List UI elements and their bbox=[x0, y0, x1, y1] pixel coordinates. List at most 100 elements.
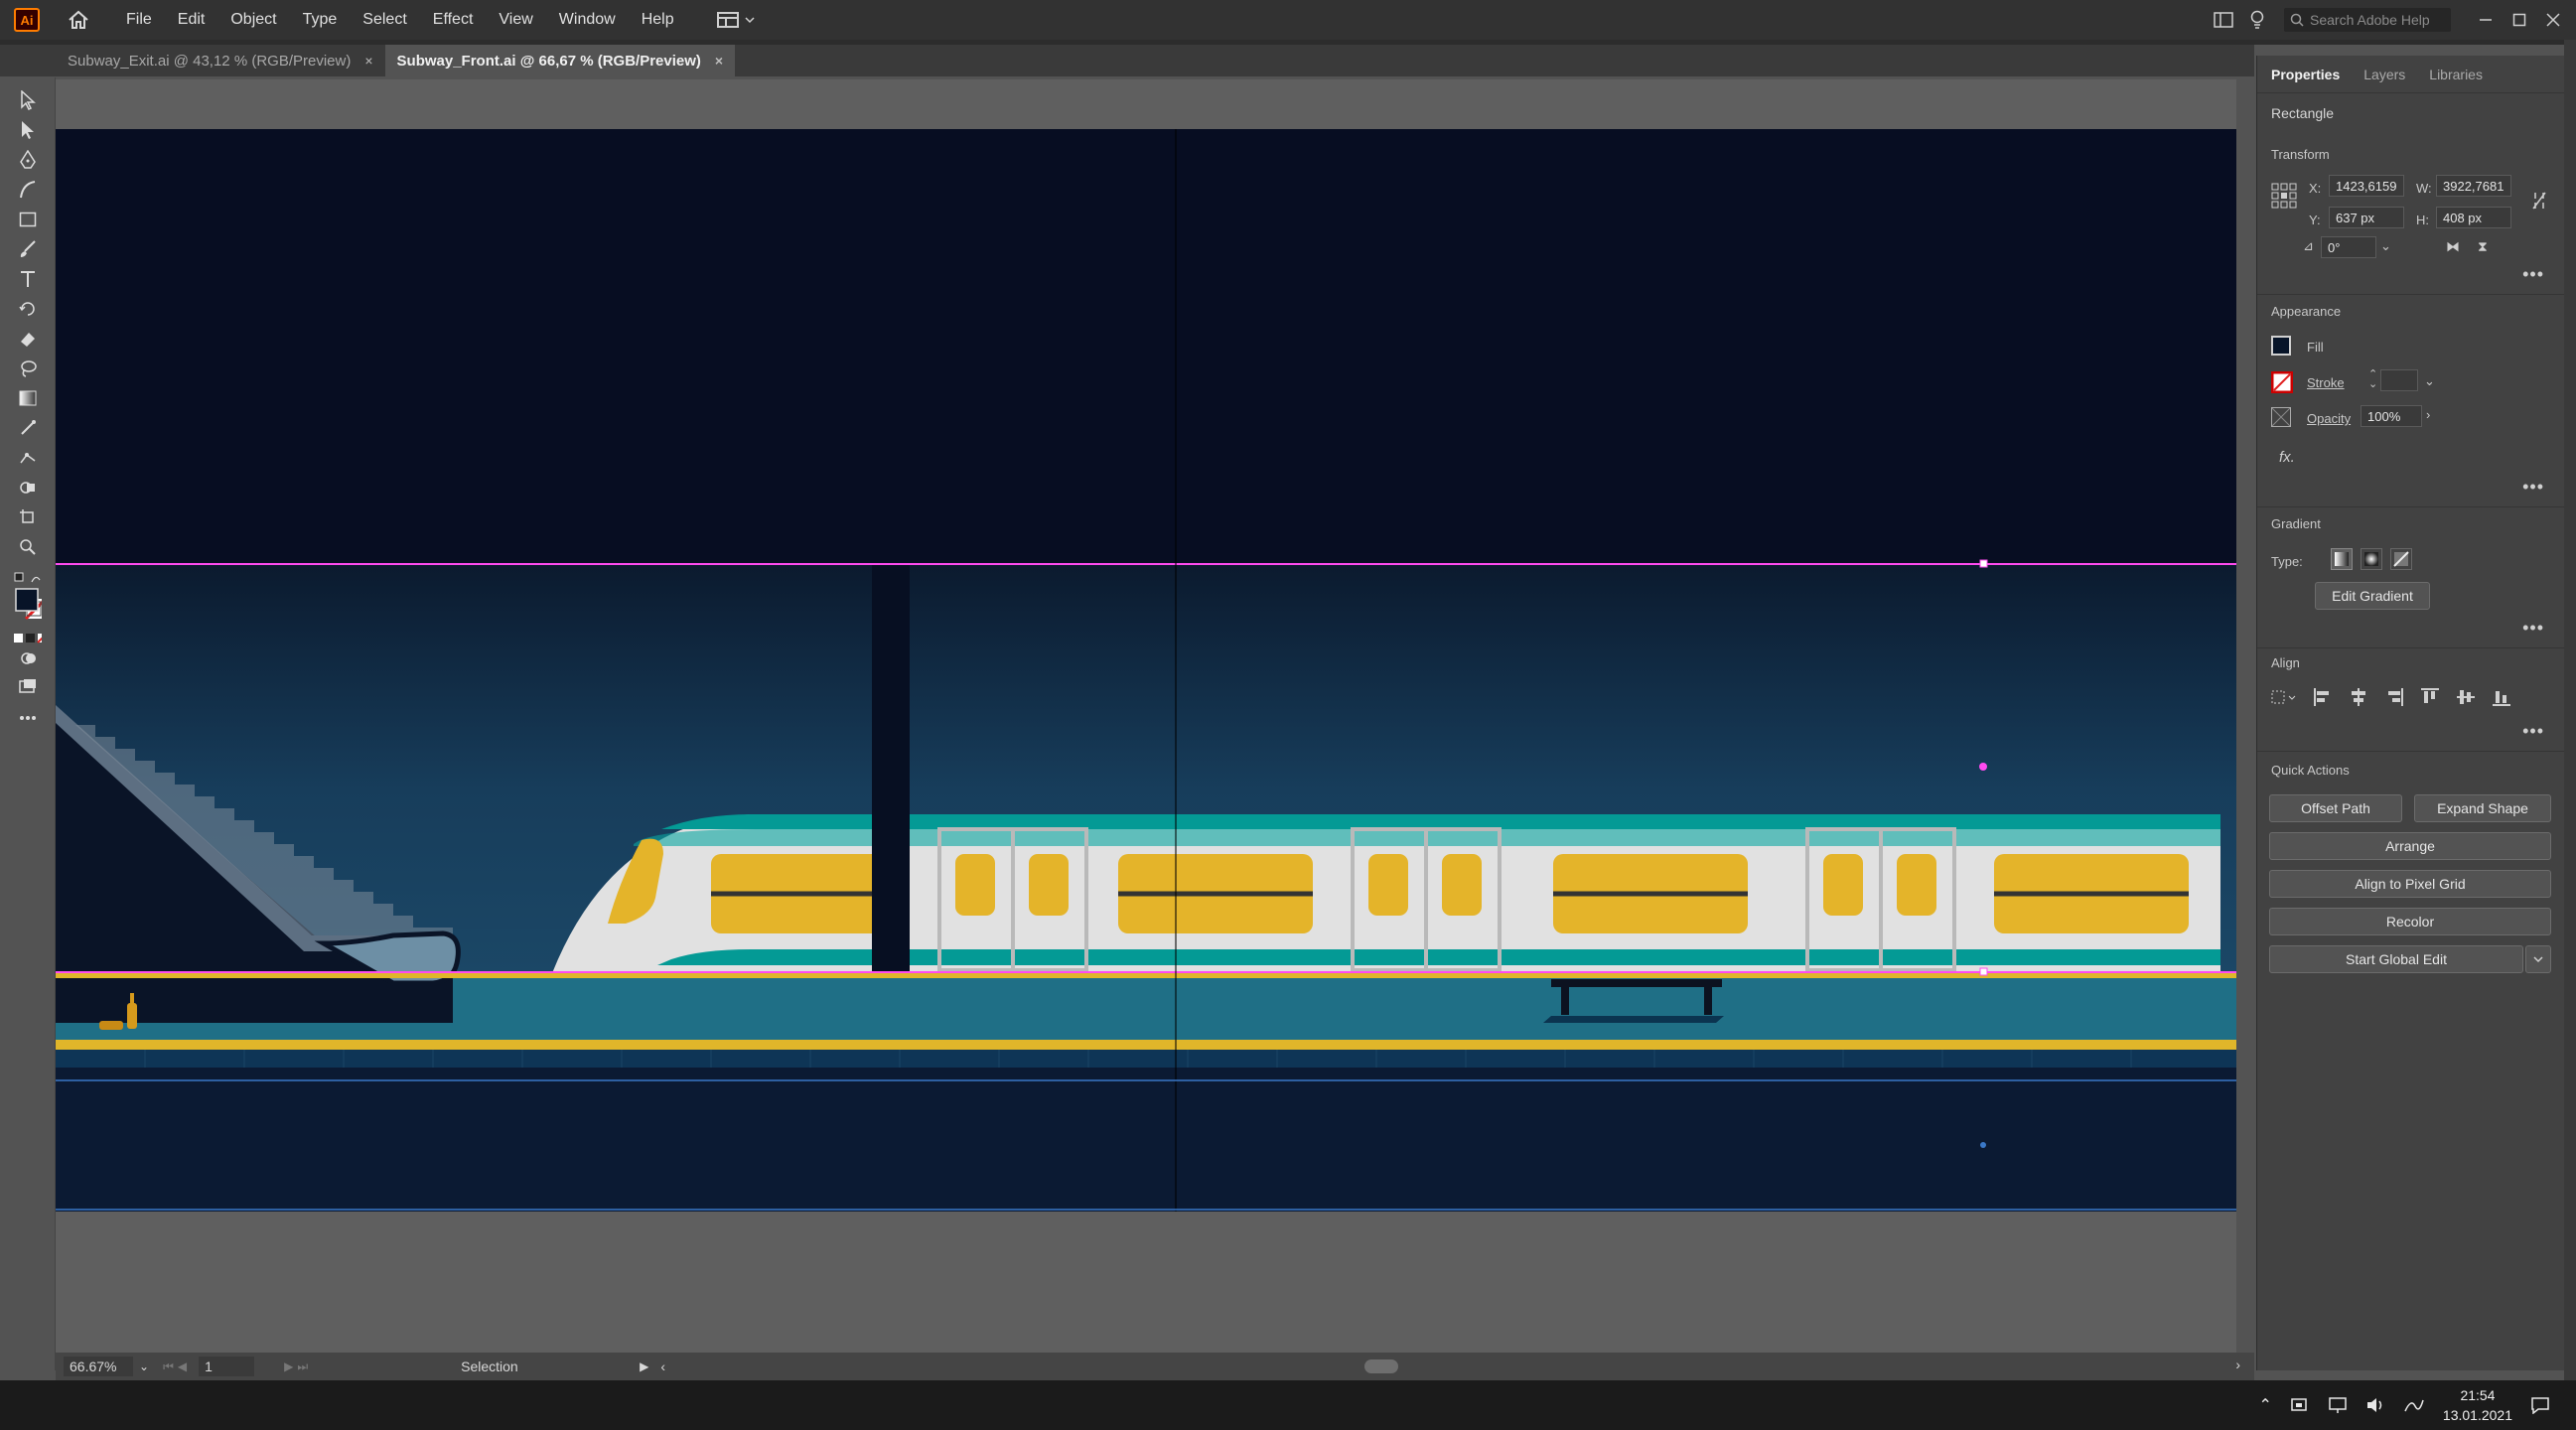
lasso-tool-icon[interactable] bbox=[14, 356, 42, 381]
more-options-icon[interactable]: ••• bbox=[2522, 721, 2544, 742]
tab-properties[interactable]: Properties bbox=[2271, 67, 2340, 82]
eraser-tool-icon[interactable] bbox=[14, 326, 42, 352]
drawing-modes-icon[interactable] bbox=[14, 645, 42, 671]
pen-workspace-icon[interactable] bbox=[2403, 1396, 2425, 1414]
menu-window[interactable]: Window bbox=[548, 11, 627, 29]
radial-gradient-icon[interactable] bbox=[2361, 548, 2382, 570]
fill-swatch[interactable] bbox=[2271, 336, 2291, 356]
arrange-documents-icon[interactable] bbox=[2207, 5, 2240, 35]
more-options-icon[interactable]: ••• bbox=[2522, 264, 2544, 285]
tab-subway-exit[interactable]: Subway_Exit.ai @ 43,12 % (RGB/Preview) × bbox=[56, 45, 385, 76]
close-window-button[interactable] bbox=[2536, 5, 2570, 35]
align-bottom-icon[interactable] bbox=[2492, 687, 2511, 707]
minimize-button[interactable] bbox=[2469, 5, 2503, 35]
artboard-tool-icon[interactable] bbox=[14, 504, 42, 530]
status-arrow-icon[interactable]: ▶ bbox=[640, 1359, 648, 1373]
y-field[interactable]: 637 px bbox=[2329, 207, 2404, 228]
align-left-icon[interactable] bbox=[2313, 687, 2333, 707]
curvature-tool-icon[interactable] bbox=[14, 177, 42, 203]
type-tool-icon[interactable] bbox=[14, 266, 42, 292]
rotate-field[interactable]: 0° bbox=[2321, 236, 2376, 258]
stroke-swatch[interactable] bbox=[2270, 370, 2294, 397]
gradient-tool-icon[interactable] bbox=[14, 385, 42, 411]
scroll-left-icon[interactable]: ‹ bbox=[660, 1358, 665, 1374]
volume-icon[interactable] bbox=[2365, 1396, 2385, 1414]
linear-gradient-icon[interactable] bbox=[2331, 548, 2353, 570]
selection-tool-icon[interactable] bbox=[14, 87, 42, 113]
platform-floor[interactable] bbox=[453, 978, 2236, 1040]
menu-file[interactable]: File bbox=[115, 11, 163, 29]
offset-path-button[interactable]: Offset Path bbox=[2269, 794, 2402, 822]
w-field[interactable]: 3922,7681 bbox=[2436, 175, 2511, 197]
edit-gradient-button[interactable]: Edit Gradient bbox=[2315, 582, 2430, 610]
puppet-warp-tool-icon[interactable] bbox=[14, 445, 42, 471]
selection-handle[interactable] bbox=[1979, 559, 1988, 568]
menu-type[interactable]: Type bbox=[292, 11, 349, 29]
device-icon[interactable] bbox=[2290, 1396, 2310, 1414]
chevron-down-icon[interactable]: ⌄ bbox=[2424, 373, 2435, 389]
notification-icon[interactable] bbox=[2530, 1396, 2550, 1414]
screen-mode-icon[interactable] bbox=[14, 673, 42, 699]
more-options-icon[interactable]: ••• bbox=[2522, 477, 2544, 498]
align-horizontal-center-icon[interactable] bbox=[2349, 687, 2368, 707]
maximize-button[interactable] bbox=[2503, 5, 2536, 35]
menu-view[interactable]: View bbox=[488, 11, 543, 29]
constrain-proportions-icon[interactable] bbox=[2531, 191, 2547, 214]
rectangle-tool-icon[interactable] bbox=[14, 207, 42, 232]
artboard-number-field[interactable]: 1 bbox=[199, 1357, 255, 1376]
close-icon[interactable]: × bbox=[364, 53, 372, 69]
artboard-illustration[interactable] bbox=[56, 129, 2236, 1212]
network-icon[interactable] bbox=[2328, 1396, 2348, 1414]
align-top-icon[interactable] bbox=[2420, 687, 2440, 707]
menu-effect[interactable]: Effect bbox=[422, 11, 485, 29]
chevron-right-icon[interactable]: › bbox=[2426, 407, 2430, 422]
stroke-stepper[interactable]: ⌃ ⌄ bbox=[2368, 369, 2377, 390]
freeform-gradient-icon[interactable] bbox=[2390, 548, 2412, 570]
eyedropper-tool-icon[interactable] bbox=[14, 415, 42, 441]
tab-subway-front[interactable]: Subway_Front.ai @ 66,67 % (RGB/Preview) … bbox=[384, 45, 736, 76]
clock[interactable]: 21:54 13.01.2021 bbox=[2443, 1385, 2512, 1425]
artboard-next-icons[interactable]: ▶⏭ bbox=[284, 1359, 312, 1374]
reference-point-icon[interactable] bbox=[2271, 183, 2297, 213]
stroke-label[interactable]: Stroke bbox=[2307, 375, 2345, 390]
tab-libraries[interactable]: Libraries bbox=[2429, 67, 2483, 82]
horizontal-scroll-thumb[interactable] bbox=[1364, 1359, 1398, 1373]
opacity-icon[interactable] bbox=[2271, 407, 2291, 427]
recolor-button[interactable]: Recolor bbox=[2269, 908, 2551, 935]
align-to-icon[interactable] bbox=[2271, 688, 2297, 706]
center-point[interactable] bbox=[1979, 763, 1987, 771]
chevron-up-icon[interactable]: ⌃ bbox=[2259, 1395, 2272, 1415]
selection-handle[interactable] bbox=[1979, 967, 1988, 976]
align-to-pixel-grid-button[interactable]: Align to Pixel Grid bbox=[2269, 870, 2551, 898]
fill-stroke-swatch[interactable] bbox=[14, 586, 42, 622]
menu-help[interactable]: Help bbox=[631, 11, 685, 29]
arrange-button[interactable]: Arrange bbox=[2269, 832, 2551, 860]
scroll-right-icon[interactable]: › bbox=[2235, 1357, 2240, 1372]
flip-vertical-icon[interactable]: ⧗ bbox=[2478, 238, 2488, 255]
shape-builder-tool-icon[interactable] bbox=[14, 475, 42, 500]
global-edit-options-button[interactable] bbox=[2525, 945, 2551, 973]
direct-selection-tool-icon[interactable] bbox=[14, 117, 42, 143]
zoom-tool-icon[interactable] bbox=[14, 534, 42, 560]
flip-horizontal-icon[interactable]: ⧓ bbox=[2446, 238, 2460, 255]
stroke-weight-field[interactable] bbox=[2380, 369, 2418, 391]
chevron-down-icon[interactable]: ⌄ bbox=[139, 1359, 149, 1373]
expand-shape-button[interactable]: Expand Shape bbox=[2414, 794, 2551, 822]
tab-layers[interactable]: Layers bbox=[2363, 67, 2405, 82]
pen-tool-icon[interactable] bbox=[14, 147, 42, 173]
rotate-tool-icon[interactable] bbox=[14, 296, 42, 322]
paintbrush-tool-icon[interactable] bbox=[14, 236, 42, 262]
lightbulb-icon[interactable] bbox=[2240, 5, 2274, 35]
upper-background[interactable] bbox=[56, 129, 2236, 564]
more-options-icon[interactable]: ••• bbox=[2522, 618, 2544, 639]
fx-icon[interactable]: fx. bbox=[2279, 449, 2295, 466]
opacity-label[interactable]: Opacity bbox=[2307, 411, 2351, 426]
canvas-area[interactable] bbox=[56, 79, 2236, 1360]
zoom-field[interactable]: 66.67% bbox=[64, 1357, 133, 1376]
h-field[interactable]: 408 px bbox=[2436, 207, 2511, 228]
chevron-down-icon[interactable]: ⌄ bbox=[2380, 238, 2391, 254]
align-right-icon[interactable] bbox=[2384, 687, 2404, 707]
align-vertical-center-icon[interactable] bbox=[2456, 687, 2476, 707]
more-tools-icon[interactable] bbox=[14, 705, 42, 731]
workspace-switcher[interactable] bbox=[716, 12, 755, 28]
